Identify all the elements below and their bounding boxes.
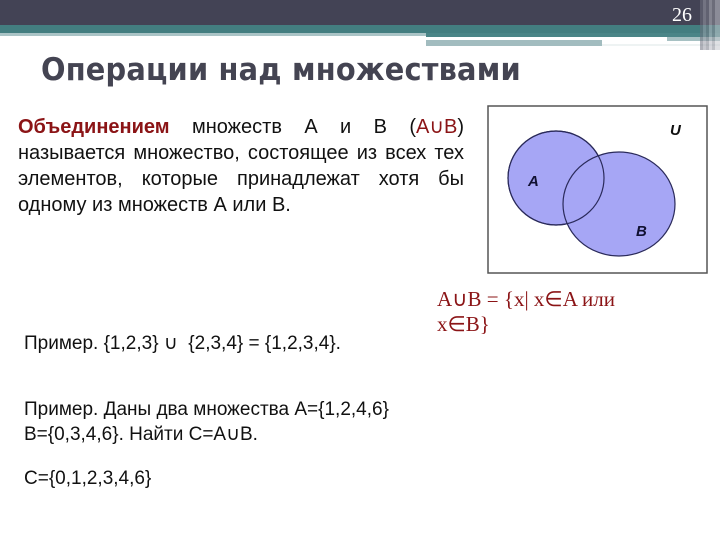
definition-paragraph: Объединением множеств А и В (A∪B) называ… [18,114,464,218]
union-symbol-notation: A∪B [416,116,458,138]
example-2: Пример. Даны два множества A={1,2,4,6} B… [24,397,389,447]
set-a-label: A [527,173,539,190]
header-teal-band [0,25,720,33]
slide-number: 26 [672,4,692,26]
slide-title: Операции над множествами [41,52,521,88]
edge-stripes-decoration [700,0,720,50]
header-light-strip-lower [426,40,602,46]
set-b-circle [562,151,676,257]
venn-diagram: U A B [487,105,708,274]
example-2-line2: B={0,3,4,6}. Найти C=A∪B. [24,424,258,445]
union-formula-line2: x∈B} [437,312,490,336]
universe-label: U [670,122,682,139]
definition-text-before: множеств А и В ( [169,116,416,138]
union-formula: A∪B = {x| x∈A или x∈B} [437,287,717,337]
example-1: Пример. {1,2,3} ∪ {2,3,4} = {1,2,3,4}. [24,333,341,354]
header-light-strip-left [0,33,426,36]
example-2-line1: Пример. Даны два множества A={1,2,4,6} [24,399,389,420]
union-formula-line1: A∪B = {x| x∈A или [437,287,615,311]
definition-term: Объединением [18,116,170,138]
example-2-answer: C={0,1,2,3,4,6} [24,468,152,489]
set-b-label: B [636,223,647,240]
header-dark-band [0,0,720,25]
